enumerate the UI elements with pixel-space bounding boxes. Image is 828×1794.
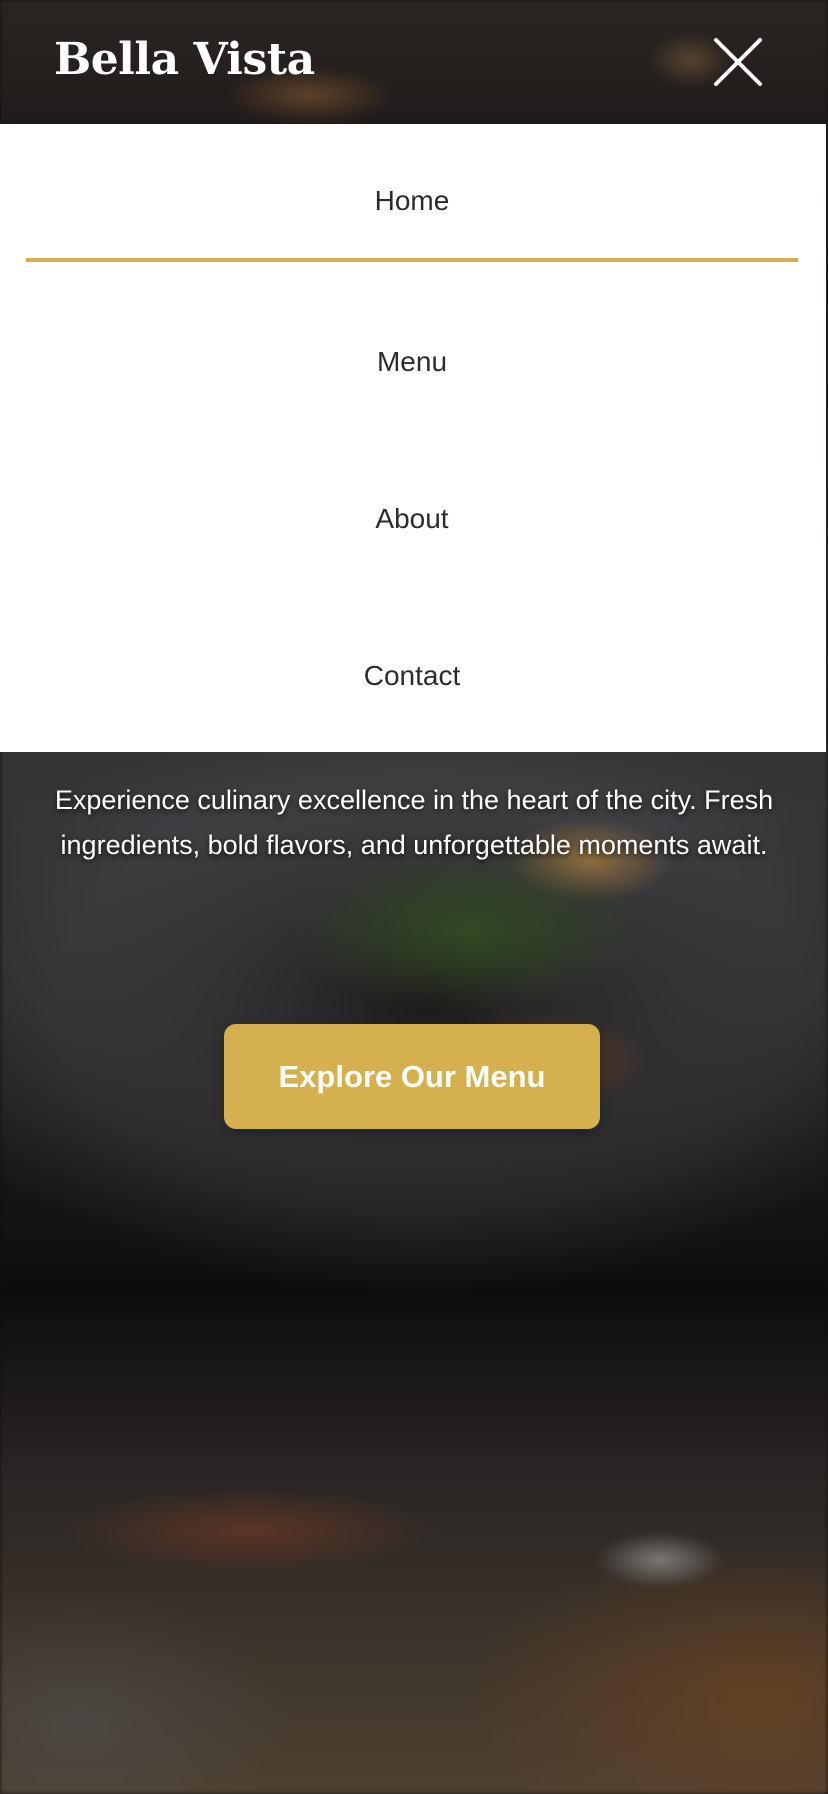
close-icon	[714, 38, 762, 86]
mobile-nav-menu: Home Menu About Contact	[0, 124, 826, 752]
explore-menu-button[interactable]: Explore Our Menu	[224, 1024, 600, 1129]
close-menu-button[interactable]	[712, 36, 764, 88]
site-header: Bella Vista	[0, 0, 828, 124]
nav-item-about[interactable]: About	[26, 459, 798, 579]
page: Bella Vista Home Menu About Contact Expe…	[0, 0, 828, 1794]
nav-item-home[interactable]: Home	[26, 144, 798, 262]
nav-item-menu[interactable]: Menu	[26, 302, 798, 422]
hero-tagline: Experience culinary excellence in the he…	[54, 785, 774, 860]
brand-logo[interactable]: Bella Vista	[54, 34, 315, 85]
nav-item-contact[interactable]: Contact	[26, 616, 798, 736]
